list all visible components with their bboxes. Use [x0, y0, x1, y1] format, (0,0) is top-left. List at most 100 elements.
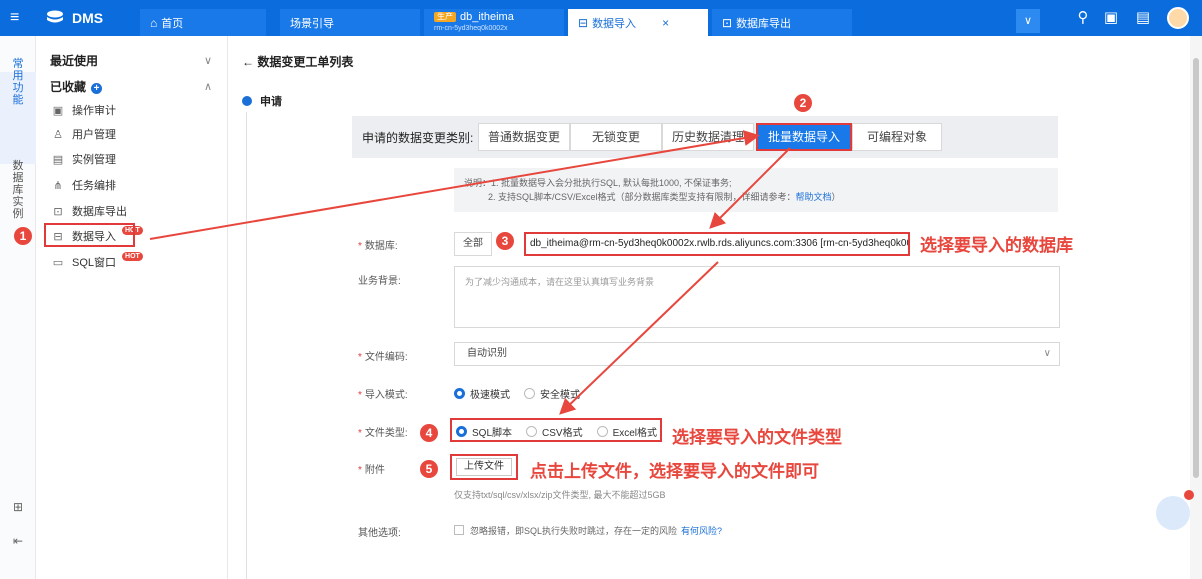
radio-label: SQL脚本	[472, 428, 513, 439]
nav-item-label: 操作审计	[72, 105, 116, 117]
scroll-thumb[interactable]	[1193, 58, 1199, 478]
nav-item-audit[interactable]: ▣ 操作审计	[52, 100, 116, 120]
search-icon[interactable]: ⚲	[1074, 9, 1092, 27]
type-history-cleanup[interactable]: 历史数据清理	[662, 123, 754, 151]
step-line	[246, 112, 247, 579]
chevron-down-icon: ∨	[1043, 348, 1051, 359]
note-line-2-text: 2. 支持SQL脚本/CSV/Excel格式（部分数据库类型支持有限制，详细请参…	[488, 192, 796, 202]
radio-checked-icon	[454, 388, 465, 399]
enc-value: 自动识别	[467, 348, 507, 359]
dms-logo-text: DMS	[72, 10, 104, 26]
nav-item-instances[interactable]: ▤ 实例管理	[52, 149, 116, 169]
tab-db-itheima[interactable]: 生产 db_itheima rm-cn-5yd3heq0k0002x	[424, 9, 564, 36]
radio-excel[interactable]: Excel格式	[596, 424, 657, 439]
avatar[interactable]	[1167, 7, 1189, 29]
type-programmable-object[interactable]: 可编程对象	[852, 123, 942, 151]
nav-item-users[interactable]: ♙ 用户管理	[52, 124, 116, 144]
tab-close-icon[interactable]: ×	[662, 16, 669, 30]
step-badge-2: 2	[794, 94, 812, 112]
nav-item-task-flow[interactable]: ⋔ 任务编排	[52, 175, 116, 195]
nav-favorites[interactable]: 已收藏 +	[50, 78, 103, 95]
apps-grid-icon[interactable]: ⊞	[10, 500, 26, 516]
type-normal-change[interactable]: 普通数据变更	[478, 123, 570, 151]
nav-item-sql-window[interactable]: ▭ SQL窗口 HOT	[52, 251, 143, 272]
upload-file-button[interactable]: 上传文件	[456, 458, 512, 476]
tab-db-sub: rm-cn-5yd3heq0k0002x	[434, 24, 508, 32]
annotation-upload-hint: 点击上传文件，选择要导入的文件即可	[530, 462, 819, 481]
dms-app: ≡ DMS ⌂ 首页 场景引导 生产 db_itheima rm-cn-5yd3…	[0, 0, 1202, 579]
radio-safe-mode[interactable]: 安全模式	[524, 386, 580, 401]
nav-favorites-label: 已收藏	[50, 80, 87, 94]
nav-item-label: 任务编排	[72, 180, 116, 192]
user-icon: ♙	[53, 128, 63, 141]
radio-label: 极速模式	[470, 390, 510, 401]
filetype-group: SQL脚本 CSV格式 Excel格式	[456, 424, 657, 439]
radio-unchecked-icon	[526, 426, 538, 437]
radio-checked-icon	[456, 426, 467, 437]
checkbox-icon[interactable]	[454, 525, 464, 535]
instance-icon: ▤	[52, 153, 64, 166]
tab-home[interactable]: ⌂ 首页	[140, 9, 266, 36]
enc-label-text: 文件编码:	[364, 352, 408, 363]
help-doc-link[interactable]: 帮助文档	[796, 192, 832, 202]
assistant-robot-icon[interactable]	[1156, 496, 1190, 530]
file-encoding-select[interactable]: 自动识别 ∨	[454, 342, 1060, 366]
audit-icon: ▣	[52, 104, 64, 117]
radio-label: CSV格式	[542, 428, 583, 439]
risk-link[interactable]: 有何风险?	[681, 526, 722, 536]
collapse-icon[interactable]: ⇤	[10, 534, 26, 550]
tab-db-label: db_itheima	[460, 10, 514, 23]
type-batch-import[interactable]: 批量数据导入	[756, 123, 852, 151]
env-badge: 生产	[434, 12, 456, 22]
nav-recent[interactable]: 最近使用	[50, 52, 98, 69]
type-lockless-change[interactable]: 无锁变更	[570, 123, 662, 151]
chevron-down-icon[interactable]: ∨	[204, 54, 212, 67]
dms-logo[interactable]: DMS	[44, 7, 103, 29]
add-favorite-icon[interactable]: +	[91, 83, 103, 94]
step-badge-1: 1	[14, 227, 32, 245]
workorder-icon[interactable]: ▤	[1134, 9, 1152, 27]
main-content: ← 数据变更工单列表 申请 申请的数据变更类别: 普通数据变更 无锁变更 历史数…	[228, 36, 1188, 579]
ignore-errors-option[interactable]: 忽略报错，即SQL执行失败时跳过，存在一定的风险 有何风险?	[454, 524, 722, 537]
business-background-textarea[interactable]: 为了减少沟通成本，请在这里认真填写业务背景	[454, 266, 1060, 328]
rail-common-functions[interactable]: 常用功能	[10, 58, 26, 106]
tab-data-import[interactable]: ⊟ 数据导入 ×	[568, 9, 708, 36]
tab-more-chevron-icon[interactable]: ∨	[1016, 9, 1040, 33]
tab-scene-guide-label: 场景引导	[290, 17, 334, 30]
nav-item-label: SQL窗口	[72, 257, 117, 269]
chevron-up-icon[interactable]: ∧	[204, 80, 212, 93]
import-icon: ⊟	[578, 15, 589, 30]
step-label: 申请	[260, 96, 282, 108]
ignore-errors-text: 忽略报错，即SQL执行失败时跳过，存在一定的风险	[470, 526, 678, 536]
tab-home-label: 首页	[161, 17, 184, 30]
db-label-text: 数据库:	[364, 241, 398, 252]
import-note: 说明：1. 批量数据导入会分批执行SQL, 默认每批1000, 不保证事务; 2…	[454, 168, 1058, 212]
nav-item-label: 实例管理	[72, 154, 116, 166]
db-export-icon: ⊡	[53, 205, 63, 218]
task-flow-icon: ⋔	[53, 179, 63, 192]
radio-csv[interactable]: CSV格式	[526, 424, 583, 439]
nav-item-label: 数据库导出	[72, 206, 127, 218]
db-scope-select[interactable]: 全部	[454, 232, 492, 256]
note-line-2-end: ）	[831, 192, 841, 202]
step-dot	[242, 96, 252, 106]
step-badge-5: 5	[420, 460, 438, 478]
hamburger-menu-icon[interactable]: ≡	[10, 7, 28, 29]
back-to-workorder-list[interactable]: ← 数据变更工单列表	[242, 53, 353, 70]
notification-icon[interactable]: ▣	[1102, 9, 1120, 27]
filetype-label-text: 文件类型:	[364, 428, 408, 439]
note-line-1: 说明：1. 批量数据导入会分批执行SQL, 默认每批1000, 不保证事务;	[464, 178, 732, 188]
tab-scene-guide[interactable]: 场景引导	[280, 9, 420, 36]
db-select[interactable]: db_itheima@rm-cn-5yd3heq0k0002x.rwlb.rds…	[524, 232, 910, 256]
nav-item-db-export[interactable]: ⊡ 数据库导出	[52, 201, 127, 221]
tab-db-export[interactable]: ⊡ 数据库导出	[712, 9, 852, 36]
left-rail: 常用功能 数据库实例 ⊞ ⇤	[0, 36, 36, 579]
home-icon: ⌂	[150, 15, 158, 30]
db-label: * 数据库:	[358, 241, 398, 252]
rail-db-instances[interactable]: 数据库实例	[10, 160, 26, 220]
radio-sql-script[interactable]: SQL脚本	[456, 424, 512, 439]
filetype-label: * 文件类型:	[358, 428, 408, 439]
tab-db-export-label: 数据库导出	[736, 17, 792, 30]
tab-data-import-label: 数据导入	[592, 17, 637, 30]
radio-fast-mode[interactable]: 极速模式	[454, 386, 510, 401]
